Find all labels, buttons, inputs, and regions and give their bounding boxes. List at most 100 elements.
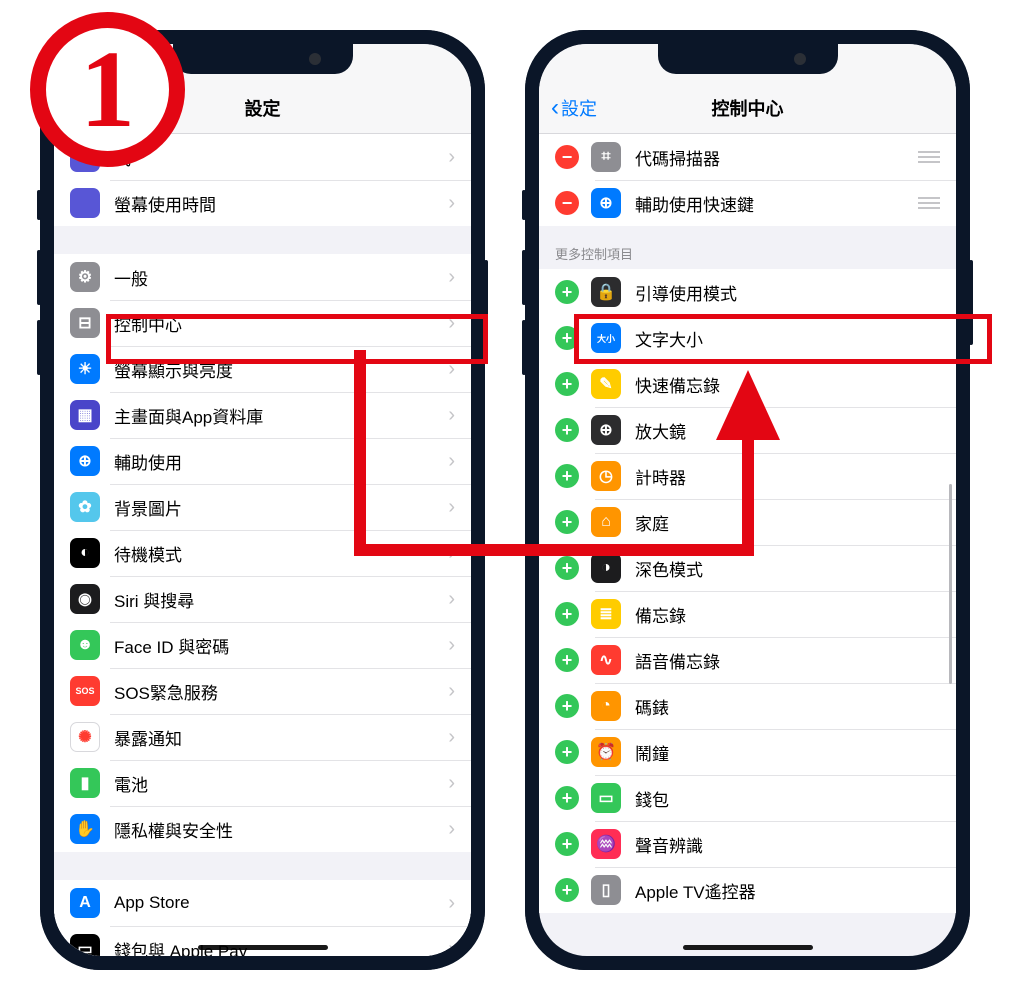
more-row-wallet2[interactable]: + ▭ 錢包 (539, 775, 956, 821)
chevron-right-icon: › (448, 404, 455, 427)
scrollbar[interactable] (949, 484, 952, 684)
voice-memos-icon: ∿ (591, 645, 621, 675)
chevron-right-icon: › (448, 542, 455, 565)
add-button[interactable]: + (555, 648, 579, 672)
text-size-icon: 大小 (591, 323, 621, 353)
row-label: 暴露通知 (114, 725, 448, 750)
settings-row-control-center[interactable]: ⊟控制中心› (54, 300, 471, 346)
settings-row-battery[interactable]: ▮ 電池› (54, 760, 471, 806)
row-label: 鬧鐘 (635, 740, 940, 765)
remove-button[interactable]: − (555, 191, 579, 215)
more-row-voice-memos[interactable]: +∿語音備忘錄 (539, 637, 956, 683)
add-button[interactable]: + (555, 326, 579, 350)
settings-row-privacy[interactable]: ✋隱私權與安全性› (54, 806, 471, 852)
more-row-text-size[interactable]: +大小文字大小 (539, 315, 956, 361)
row-label: 電池 (114, 771, 448, 796)
page-title: 設定 (245, 95, 281, 121)
add-button[interactable]: + (555, 556, 579, 580)
code-scanner-icon: ⌗ (591, 142, 621, 172)
notes-icon: ≣ (591, 599, 621, 629)
settings-row-siri[interactable]: ◉Siri 與搜尋› (54, 576, 471, 622)
row-label: 錢包 (635, 786, 940, 811)
row-label: 一般 (114, 265, 448, 290)
row-label: 背景圖片 (114, 495, 448, 520)
settings-row-standby[interactable]: ◐待機模式› (54, 530, 471, 576)
more-row-stopwatch[interactable]: +◔碼錶 (539, 683, 956, 729)
row-label: 待機模式 (114, 541, 448, 566)
wallet2-icon: ▭ (591, 783, 621, 813)
home-indicator[interactable] (683, 945, 813, 950)
more-row-sound-recognition[interactable]: + ♒ 聲音辨識 (539, 821, 956, 867)
more-row-notes[interactable]: + ≣ 備忘錄 (539, 591, 956, 637)
settings-row-appstore[interactable]: AApp Store› (54, 880, 471, 926)
wallet-icon: ▭ (70, 934, 100, 956)
add-button[interactable]: + (555, 510, 579, 534)
row-label: 備忘錄 (635, 602, 940, 627)
battery-icon: ▮ (70, 768, 100, 798)
settings-row-general[interactable]: ⚙一般› (54, 254, 471, 300)
row-label: 聲音辨識 (635, 832, 940, 857)
siri-icon: ◉ (70, 584, 100, 614)
home-indicator[interactable] (198, 945, 328, 950)
add-button[interactable]: + (555, 878, 579, 902)
sound-recognition-icon: ♒ (591, 829, 621, 859)
add-button[interactable]: + (555, 740, 579, 764)
row-label: 放大鏡 (635, 418, 940, 443)
settings-row-wallpaper[interactable]: ✿背景圖片› (54, 484, 471, 530)
more-row-magnifier[interactable]: +⊕放大鏡 (539, 407, 956, 453)
settings-row-homescreen[interactable]: ▦主畫面與App資料庫› (54, 392, 471, 438)
included-row-ax-shortcut[interactable]: −⊕輔助使用快速鍵 (539, 180, 956, 226)
chevron-right-icon: › (448, 312, 455, 335)
add-button[interactable]: + (555, 372, 579, 396)
more-row-guided-access[interactable]: +🔒引導使用模式 (539, 269, 956, 315)
more-row-apple-tv-remote[interactable]: +▯Apple TV遙控器 (539, 867, 956, 913)
back-button[interactable]: ‹ 設定 (551, 95, 597, 121)
row-label: 深色模式 (635, 556, 940, 581)
phone-right: ‹ 設定 控制中心 −⌗代碼掃描器−⊕輔助使用快速鍵更多控制項目+🔒引導使用模式… (525, 30, 970, 970)
homescreen-icon: ▦ (70, 400, 100, 430)
add-button[interactable]: + (555, 602, 579, 626)
more-row-home[interactable]: +⌂家庭 (539, 499, 956, 545)
row-label: 控制中心 (114, 311, 448, 336)
quick-note-icon: ✎ (591, 369, 621, 399)
settings-row-display[interactable]: ☀螢幕顯示與亮度› (54, 346, 471, 392)
row-label: 快速備忘錄 (635, 372, 940, 397)
row-label: 式 (114, 145, 448, 170)
guided-access-icon: 🔒 (591, 277, 621, 307)
settings-row-screentime[interactable]: 螢幕使用時間› (54, 180, 471, 226)
settings-row-accessibility[interactable]: ⊕輔助使用› (54, 438, 471, 484)
remove-button[interactable]: − (555, 145, 579, 169)
add-button[interactable]: + (555, 786, 579, 810)
stopwatch-icon: ◔ (591, 691, 621, 721)
row-label: 計時器 (635, 464, 940, 489)
chevron-left-icon: ‹ (551, 99, 559, 117)
included-row-code-scanner[interactable]: −⌗代碼掃描器 (539, 134, 956, 180)
row-label: 螢幕使用時間 (114, 191, 448, 216)
timer-icon: ◷ (591, 461, 621, 491)
add-button[interactable]: + (555, 418, 579, 442)
chevron-right-icon: › (448, 266, 455, 289)
row-label: 輔助使用 (114, 449, 448, 474)
phone-left: 設定 式›螢幕使用時間›⚙一般›⊟控制中心›☀螢幕顯示與亮度›▦主畫面與App資… (40, 30, 485, 970)
settings-row-sos[interactable]: SOSSOS緊急服務› (54, 668, 471, 714)
row-label: 螢幕顯示與亮度 (114, 357, 448, 382)
settings-row-faceid[interactable]: ☻Face ID 與密碼› (54, 622, 471, 668)
drag-handle-icon[interactable] (918, 197, 940, 209)
add-button[interactable]: + (555, 694, 579, 718)
more-row-timer[interactable]: + ◷ 計時器 (539, 453, 956, 499)
settings-row-exposure[interactable]: ✺暴露通知› (54, 714, 471, 760)
add-button[interactable]: + (555, 280, 579, 304)
chevron-right-icon: › (448, 892, 455, 915)
chevron-right-icon: › (448, 772, 455, 795)
drag-handle-icon[interactable] (918, 151, 940, 163)
add-button[interactable]: + (555, 832, 579, 856)
ax-shortcut-icon: ⊕ (591, 188, 621, 218)
add-button[interactable]: + (555, 464, 579, 488)
chevron-right-icon: › (448, 588, 455, 611)
more-row-quick-note[interactable]: + ✎ 快速備忘錄 (539, 361, 956, 407)
more-row-dark-mode[interactable]: +◑深色模式 (539, 545, 956, 591)
row-label: 隱私權與安全性 (114, 817, 448, 842)
home-icon: ⌂ (591, 507, 621, 537)
settings-row-wallet[interactable]: ▭錢包與 Apple Pay› (54, 926, 471, 956)
more-row-alarm[interactable]: +⏰鬧鐘 (539, 729, 956, 775)
